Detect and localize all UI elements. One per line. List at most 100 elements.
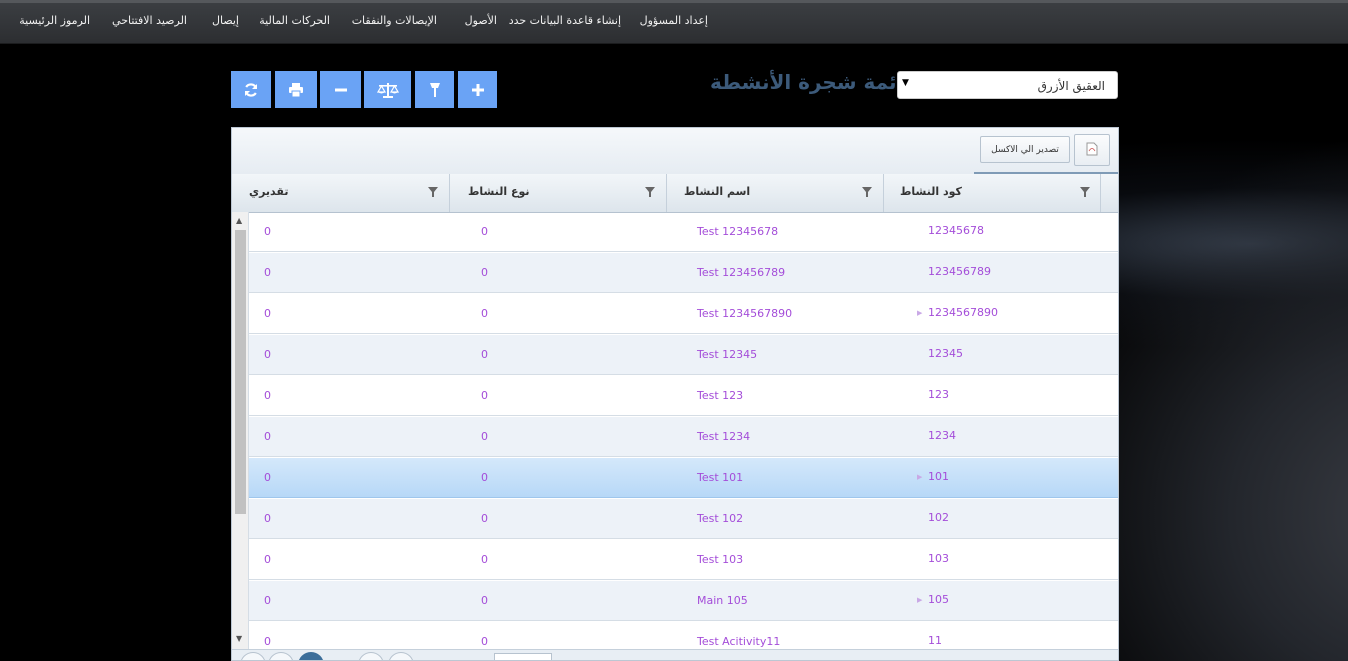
top-navbar: إعداد المسؤول إنشاء قاعدة البيانات حدد ا… — [0, 0, 1348, 44]
cell-activity-name: Test 103 — [697, 553, 744, 566]
cell-estimate: 0 — [264, 512, 271, 525]
scroll-down-icon[interactable]: ▼ — [236, 634, 242, 643]
company-select-value: العقيق الأزرق — [1037, 79, 1105, 93]
cell-activity-name: Test 12345 — [697, 348, 758, 361]
pager-prev-button[interactable] — [268, 652, 294, 660]
cell-activity-name: Test 1234 — [697, 430, 751, 443]
page-size-select[interactable] — [494, 653, 552, 660]
grid-pager — [232, 649, 1118, 660]
cell-estimate: 0 — [264, 635, 271, 648]
cell-estimate: 0 — [264, 594, 271, 607]
print-icon — [288, 82, 304, 98]
table-row[interactable]: 0 0 Main 105 105 ▶ — [249, 581, 1118, 621]
header-activity-code[interactable]: كود النشاط — [883, 174, 1100, 212]
vertical-scrollbar[interactable]: ▲ ▼ — [232, 212, 249, 660]
table-row[interactable]: 0 0 Test 123 123 — [249, 376, 1118, 416]
table-row[interactable]: 0 0 Test 103 103 — [249, 540, 1118, 580]
company-select[interactable]: ▼ العقيق الأزرق — [897, 71, 1118, 99]
pager-first-button[interactable] — [240, 652, 266, 660]
cell-activity-code: 123456789 — [928, 265, 991, 278]
table-row[interactable]: 0 0 Test 12345678 12345678 — [249, 212, 1118, 252]
cell-activity-type: 0 — [481, 266, 488, 279]
nav-assets[interactable]: الأصول — [465, 14, 497, 27]
cell-estimate: 0 — [264, 471, 271, 484]
table-row[interactable]: 0 0 Test 12345 12345 — [249, 335, 1118, 375]
nav-admin-setup[interactable]: إعداد المسؤول — [640, 14, 708, 27]
cell-activity-code: 103 — [928, 552, 949, 565]
table-row[interactable]: 0 0 Test 102 102 — [249, 499, 1118, 539]
filter-icon[interactable] — [862, 186, 872, 200]
pager-last-button[interactable] — [388, 652, 414, 660]
cell-activity-code: 123 — [928, 388, 949, 401]
cell-activity-name: Test 123456789 — [697, 266, 786, 279]
nav-main-codes[interactable]: الرموز الرئيسية — [19, 14, 90, 27]
scrollbar-thumb[interactable] — [235, 230, 246, 514]
table-row[interactable]: 0 0 Test 1234 1234 — [249, 417, 1118, 457]
header-activity-name[interactable]: اسم النشاط — [666, 174, 883, 212]
cell-activity-type: 0 — [481, 471, 488, 484]
nav-receipt[interactable]: إيصال — [212, 14, 239, 27]
header-estimate-label: تقديري — [249, 185, 289, 198]
nav-opening-balance[interactable]: الرصيد الافتتاحي — [112, 14, 187, 27]
cell-activity-code: 102 — [928, 511, 949, 524]
header-estimate[interactable]: تقديري — [232, 174, 449, 212]
cell-activity-type: 0 — [481, 307, 488, 320]
dropdown-arrow-icon: ▼ — [902, 78, 909, 88]
cell-activity-code: 101 — [928, 470, 949, 483]
cell-estimate: 0 — [264, 430, 271, 443]
pdf-icon — [1086, 142, 1098, 159]
remove-button[interactable] — [320, 71, 361, 108]
filter-icon[interactable] — [428, 186, 438, 200]
cell-activity-code: 12345678 — [928, 224, 984, 237]
expand-arrow-icon[interactable]: ▶ — [917, 473, 922, 481]
pager-next-button[interactable] — [358, 652, 384, 660]
print-button[interactable] — [275, 71, 317, 108]
table-row[interactable]: 0 0 Test 123456789 123456789 — [249, 253, 1118, 293]
filter-icon[interactable] — [1080, 186, 1090, 200]
export-excel-button[interactable]: تصدير الي الاكسل — [980, 136, 1070, 163]
cell-activity-type: 0 — [481, 635, 488, 648]
cell-activity-code: 1234567890 — [928, 306, 998, 319]
nav-financial-movements[interactable]: الحركات المالية — [259, 14, 330, 27]
header-activity-code-label: كود النشاط — [900, 185, 962, 198]
cell-activity-name: Test 101 — [697, 471, 744, 484]
cell-activity-code: 1234 — [928, 429, 956, 442]
table-row[interactable]: 0 0 Test 101 101 ▶ — [249, 458, 1118, 498]
expand-arrow-icon[interactable]: ▶ — [917, 596, 922, 604]
cell-activity-type: 0 — [481, 225, 488, 238]
activities-grid: تصدير الي الاكسل تقديري نوع النشاط اسم ا… — [231, 127, 1119, 661]
export-pdf-button[interactable] — [1074, 134, 1110, 166]
cell-estimate: 0 — [264, 553, 271, 566]
nav-create-database[interactable]: إنشاء قاعدة البيانات حدد — [509, 14, 621, 27]
pager-current-page[interactable] — [298, 652, 324, 660]
cell-activity-type: 0 — [481, 512, 488, 525]
add-icon — [471, 83, 485, 97]
cell-activity-code: 105 — [928, 593, 949, 606]
header-activity-type-label: نوع النشاط — [468, 185, 530, 198]
cell-activity-name: Test Acitivity11 — [697, 635, 781, 648]
cell-activity-name: Test 12345678 — [697, 225, 779, 238]
refresh-button[interactable] — [231, 71, 271, 108]
cell-activity-type: 0 — [481, 389, 488, 402]
nav-receipts-expenses[interactable]: الإيصالات والنفقات — [352, 14, 437, 27]
balance-icon — [376, 82, 399, 98]
expand-arrow-icon[interactable]: ▶ — [917, 309, 922, 317]
tree-button[interactable] — [415, 71, 454, 108]
cell-activity-name: Test 102 — [697, 512, 744, 525]
page-title: قائمة شجرة الأنشطة — [710, 70, 918, 94]
cell-estimate: 0 — [264, 389, 271, 402]
cell-estimate: 0 — [264, 307, 271, 320]
cell-activity-code: 11 — [928, 634, 942, 647]
cell-activity-code: 12345 — [928, 347, 963, 360]
cell-estimate: 0 — [264, 225, 271, 238]
cell-activity-name: Main 105 — [697, 594, 748, 607]
cell-activity-type: 0 — [481, 348, 488, 361]
table-row[interactable]: 0 0 Test 1234567890 1234567890 ▶ — [249, 294, 1118, 334]
balance-button[interactable] — [364, 71, 411, 108]
grid-body: 0 0 Test 12345678 12345678 0 0 Test 123456789 1… — [249, 212, 1118, 660]
add-button[interactable] — [458, 71, 497, 108]
scroll-up-icon[interactable]: ▲ — [236, 216, 242, 225]
tree-icon — [428, 82, 442, 98]
header-activity-type[interactable]: نوع النشاط — [449, 174, 666, 212]
filter-icon[interactable] — [645, 186, 655, 200]
